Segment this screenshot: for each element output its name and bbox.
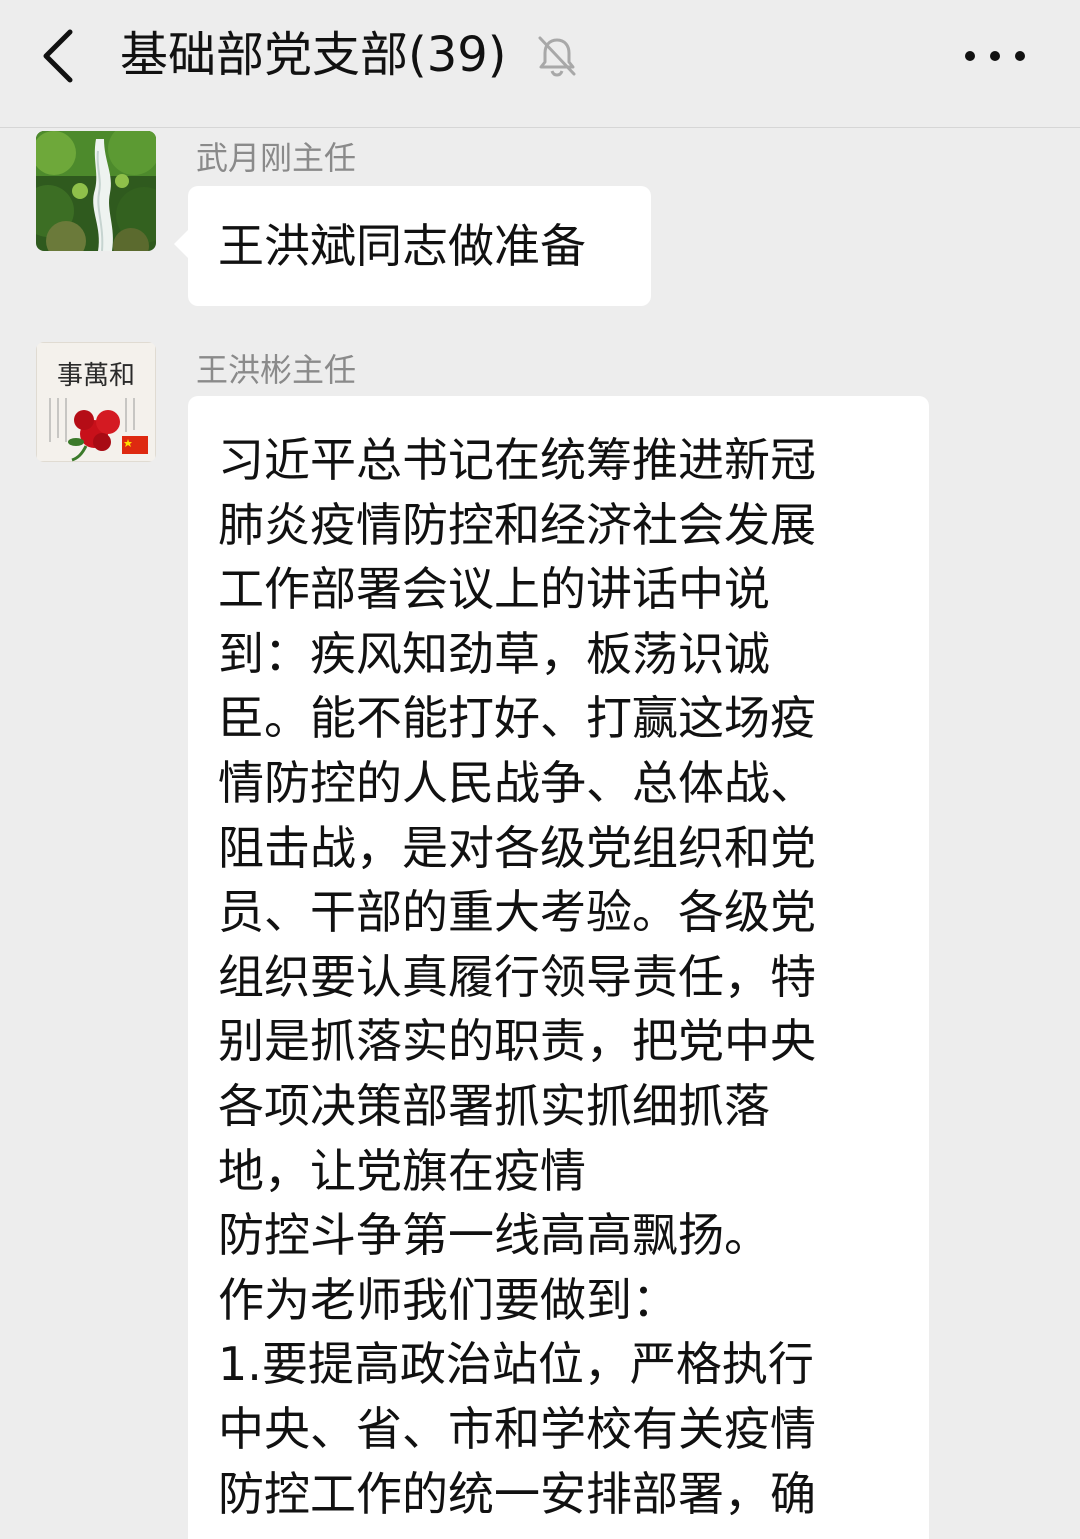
message-bubble[interactable]: 习近平总书记在统筹推进新冠 肺炎疫情防控和经济社会发展 工作部署会议上的讲话中说… <box>188 396 929 1539</box>
message-line: 情防控的人民战争、总体战、 <box>218 755 816 810</box>
sender-name: 武月刚主任 <box>196 139 357 177</box>
more-dots-icon[interactable] <box>958 36 1032 76</box>
message-line: 员、干部的重大考验。各级党 <box>218 885 816 940</box>
message-line: 工作部署会议上的讲话中说 <box>218 562 770 617</box>
message-line: 肺炎疫情防控和经济社会发展 <box>218 497 816 552</box>
message-line: 臣。能不能打好、打赢这场疫 <box>218 691 816 746</box>
waterfall-avatar[interactable] <box>36 131 156 251</box>
message-line: 组织要认真履行领导责任，特 <box>218 949 816 1004</box>
message-line: 别是抓落实的职责，把党中央 <box>218 1014 816 1069</box>
avatar-calligraphy-text: 事萬和 <box>57 361 135 391</box>
message-bubble[interactable]: 王洪斌同志做准备 <box>174 186 651 306</box>
chat-title: 基础部党支部(39) <box>120 27 507 83</box>
message-line: 习近平总书记在统筹推进新冠 <box>218 433 816 487</box>
flowers-calligraphy-avatar[interactable]: 事萬和 <box>36 342 156 462</box>
bell-muted-icon <box>538 36 576 77</box>
message-line: 中央、省、市和学校有关疫情 <box>218 1401 816 1456</box>
sender-name: 王洪彬主任 <box>196 351 357 389</box>
chat-header: 基础部党支部(39) <box>0 0 1080 128</box>
chat-message-list[interactable]: 武月刚主任 王洪斌同志做准备 事萬和 王洪彬主任 习近平总书记在统筹推进新冠 肺… <box>0 128 1080 1539</box>
message-line: 防控工作的统一安排部署，确 <box>218 1466 816 1521</box>
message-line: 到：疾风知劲草，板荡识诚 <box>218 626 770 681</box>
message-line: 防控斗争第一线高高飘扬。 <box>218 1208 770 1263</box>
message-line: 阻击战，是对各级党组织和党 <box>218 820 816 875</box>
message-line: 各项决策部署抓实抓细抓落 <box>218 1078 770 1133</box>
message-line: 作为老师我们要做到： <box>218 1272 678 1327</box>
chevron-left-icon[interactable] <box>30 24 90 88</box>
message-line: 地，让党旗在疫情 <box>218 1143 586 1198</box>
message-line: 1.要提高政治站位，严格执行 <box>218 1337 814 1392</box>
